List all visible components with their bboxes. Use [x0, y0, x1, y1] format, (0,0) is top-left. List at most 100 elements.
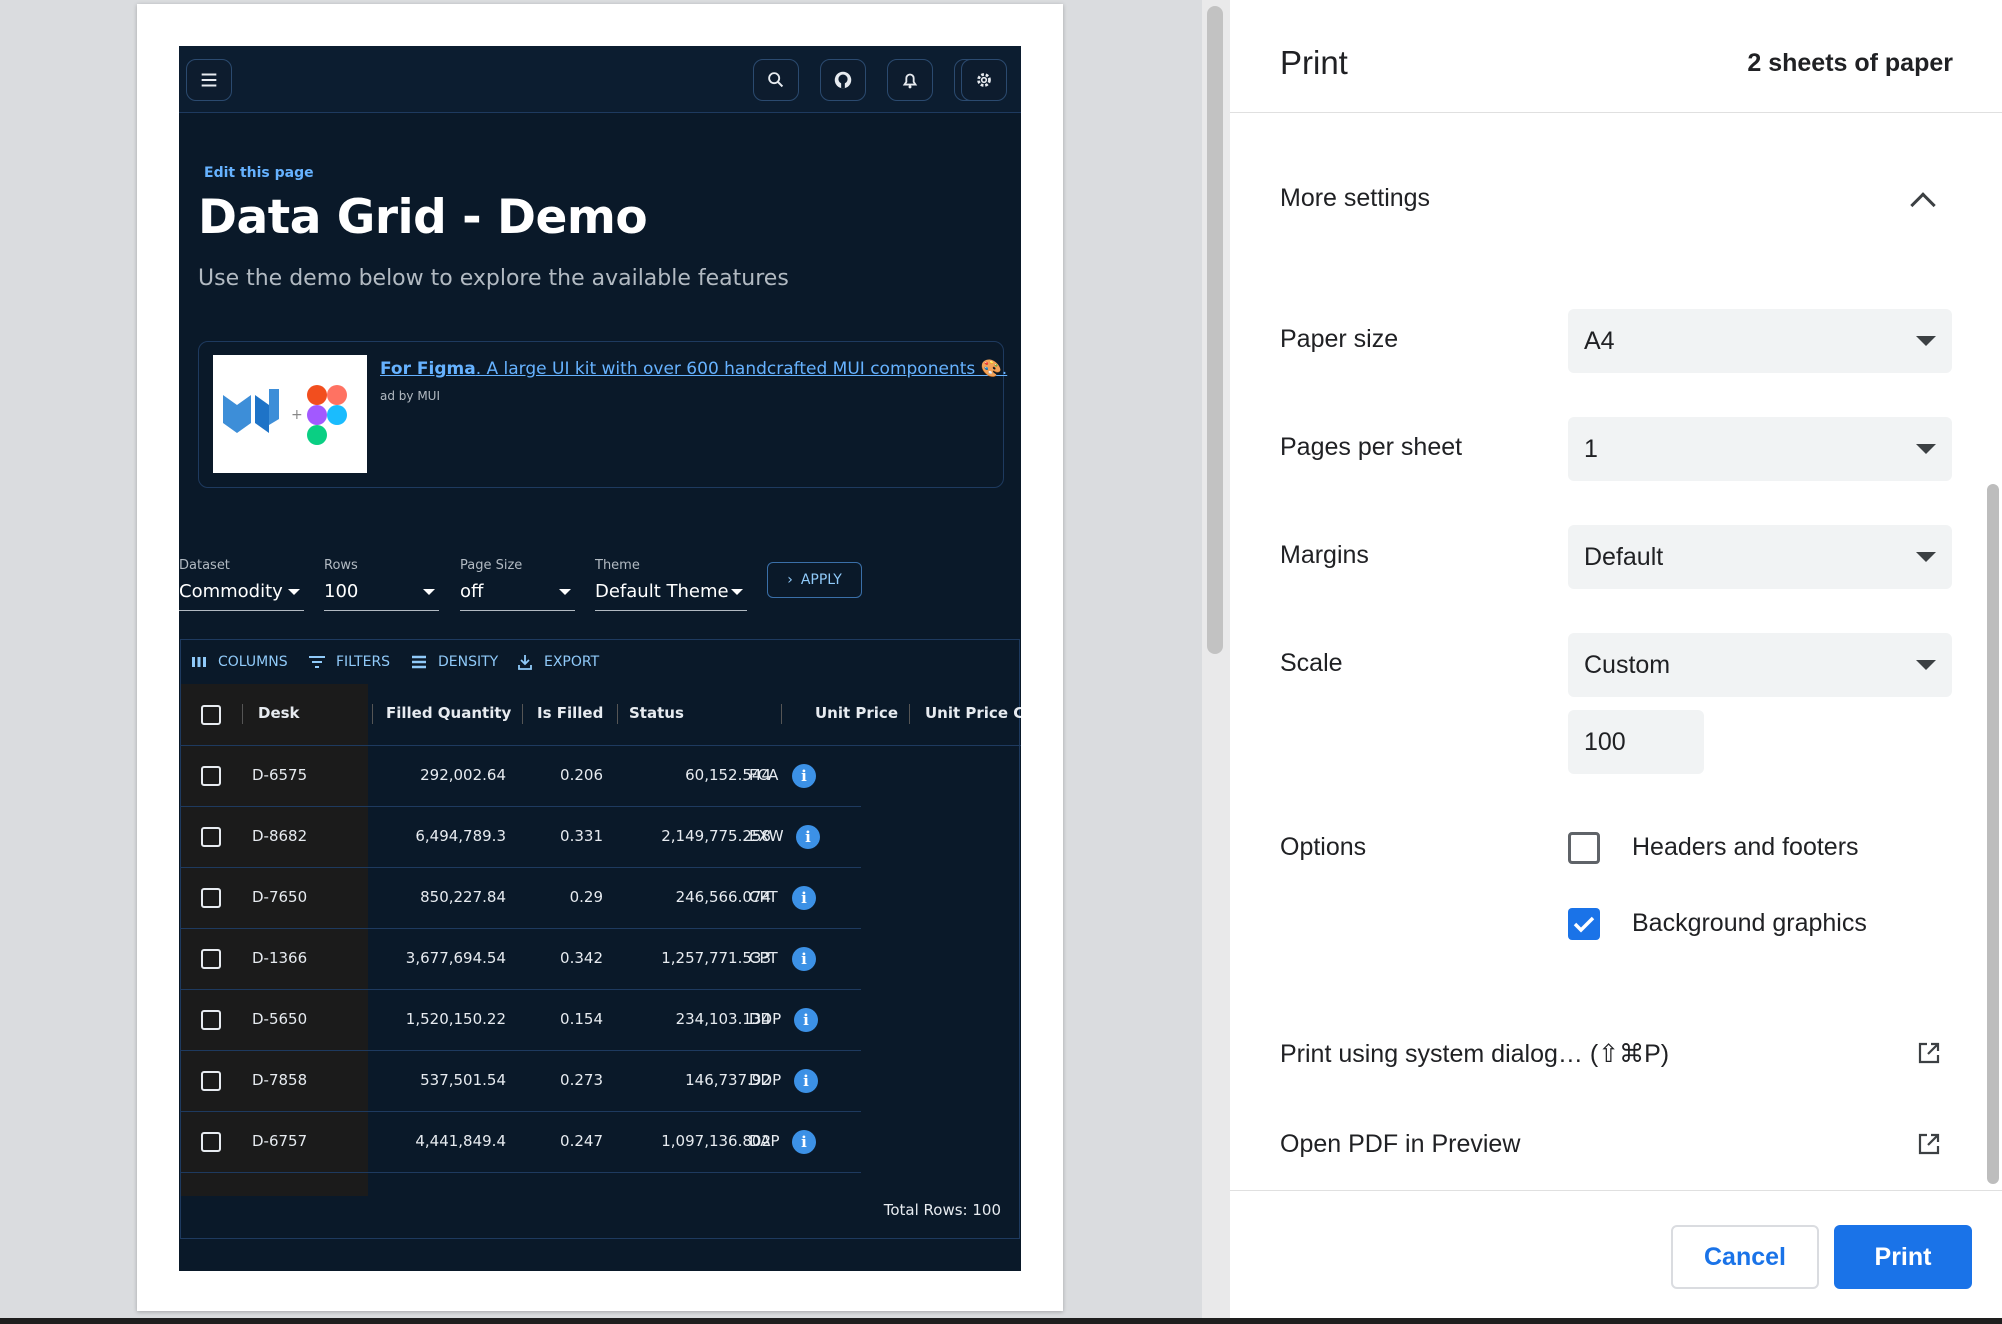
info-icon[interactable]: i: [792, 1130, 816, 1154]
download-icon: [518, 655, 532, 670]
column-header-filled-quantity[interactable]: Filled Quantity: [386, 704, 511, 722]
more-settings-toggle[interactable]: More settings: [1280, 184, 1430, 213]
background-graphics-checkbox[interactable]: [1568, 908, 1600, 940]
total-rows: Total Rows: 100: [883, 1201, 1001, 1219]
info-icon[interactable]: i: [794, 1069, 818, 1093]
table-row[interactable]: D-1366 3,677,694.54 0.342 1,257,771.533 …: [181, 929, 861, 990]
menu-icon[interactable]: [186, 59, 232, 101]
row-checkbox[interactable]: [201, 1071, 221, 1091]
columns-button[interactable]: COLUMNS: [189, 652, 288, 672]
scale-select[interactable]: Custom: [1568, 633, 1952, 697]
headers-footers-label[interactable]: Headers and footers: [1632, 833, 1859, 862]
row-checkbox[interactable]: [201, 1010, 221, 1030]
dropdown-arrow-icon: [1916, 444, 1936, 454]
sheet-count: 2 sheets of paper: [1747, 49, 1953, 77]
chevron-right-icon: ›: [787, 572, 793, 588]
row-checkbox[interactable]: [201, 888, 221, 908]
bell-icon[interactable]: [887, 59, 933, 101]
cell-is-filled: 0.247: [560, 1132, 603, 1150]
theme-select[interactable]: Theme Default Theme: [595, 558, 747, 611]
info-icon[interactable]: i: [794, 1008, 818, 1032]
row-checkbox[interactable]: [201, 827, 221, 847]
preview-page: Edit this page Data Grid - Demo Use the …: [137, 4, 1063, 1311]
paper-size-label: Paper size: [1280, 325, 1399, 353]
table-row[interactable]: D-7650 850,227.84 0.29 246,566.074 CPT i: [181, 868, 861, 929]
print-settings-panel: Print 2 sheets of paper More settings Pa…: [1230, 0, 2002, 1324]
ad-card[interactable]: + For Figma. A large UI kit with over 60…: [198, 341, 1007, 488]
table-row[interactable]: D-8682 6,494,789.3 0.331 2,149,775.258 E…: [181, 807, 861, 868]
row-checkbox[interactable]: [201, 1132, 221, 1152]
dataset-select[interactable]: Dataset Commodity: [179, 558, 304, 611]
column-header-unit-price-currency[interactable]: Unit Price Cu: [925, 704, 1021, 722]
cell-is-filled: 0.29: [569, 888, 603, 906]
app-bar: [179, 46, 1021, 113]
table-row[interactable]: D-7858 537,501.54 0.273 146,737.92 DDP i: [181, 1051, 861, 1112]
settings-gear-icon[interactable]: [961, 59, 1007, 101]
column-header-status[interactable]: Status: [629, 704, 684, 722]
rows-select[interactable]: Rows 100: [324, 558, 439, 611]
page-subtitle: Use the demo below to explore the availa…: [198, 266, 789, 291]
filter-icon: [309, 656, 325, 668]
table-row[interactable]: D-6575 292,002.64 0.206 60,152.544 FCA i: [181, 746, 861, 807]
row-checkbox[interactable]: [201, 766, 221, 786]
cell-incoterm: CPT: [749, 888, 778, 906]
density-button[interactable]: DENSITY: [409, 652, 498, 672]
margins-select[interactable]: Default: [1568, 525, 1952, 589]
select-all-checkbox[interactable]: [201, 705, 221, 725]
open-pdf-preview-link[interactable]: Open PDF in Preview: [1280, 1130, 1520, 1159]
system-dialog-link[interactable]: Print using system dialog… (⇧⌘P): [1280, 1039, 1669, 1069]
headers-footers-checkbox[interactable]: [1568, 832, 1600, 864]
ad-link[interactable]: For Figma. A large UI kit with over 600 …: [380, 359, 1007, 379]
cell-filled-quantity: 292,002.64: [420, 766, 506, 784]
cell-is-filled: 0.154: [560, 1010, 603, 1028]
cell-filled-quantity: 3,677,694.54: [405, 949, 506, 967]
cell-filled-quantity: 537,501.54: [420, 1071, 506, 1089]
margins-label: Margins: [1280, 541, 1369, 569]
edit-page-link[interactable]: Edit this page: [204, 165, 314, 181]
search-icon[interactable]: [753, 59, 799, 101]
row-checkbox[interactable]: [201, 949, 221, 969]
ad-attribution: ad by MUI: [380, 389, 440, 403]
panel-scrollbar[interactable]: [1982, 118, 2002, 1184]
dropdown-arrow-icon: [1916, 660, 1936, 670]
filters-button[interactable]: FILTERS: [307, 652, 390, 672]
chevron-up-icon[interactable]: [1910, 192, 1936, 218]
ad-image[interactable]: +: [213, 355, 367, 473]
window-bottom-edge: [0, 1318, 2002, 1324]
column-header-unit-price[interactable]: Unit Price: [815, 704, 898, 722]
pages-per-sheet-select[interactable]: 1: [1568, 417, 1952, 481]
preview-scrollbar-thumb[interactable]: [1207, 6, 1223, 654]
apply-button[interactable]: › APPLY: [767, 562, 862, 598]
print-button[interactable]: Print: [1834, 1225, 1972, 1289]
page-size-select[interactable]: Page Size off: [460, 558, 575, 611]
table-row[interactable]: D-6757 4,441,849.4 0.247 1,097,136.802 D…: [181, 1112, 861, 1173]
export-button[interactable]: EXPORT: [515, 652, 599, 672]
print-header: Print 2 sheets of paper: [1230, 0, 2002, 113]
cell-filled-quantity: 6,494,789.3: [415, 827, 506, 845]
cell-is-filled: 0.273: [560, 1071, 603, 1089]
column-header-desk[interactable]: Desk: [258, 704, 300, 722]
background-graphics-label[interactable]: Background graphics: [1632, 909, 1867, 938]
paper-size-select[interactable]: A4: [1568, 309, 1952, 373]
open-external-icon[interactable]: [1916, 1040, 1942, 1066]
print-title: Print: [1280, 44, 1348, 81]
columns-icon: [192, 657, 206, 667]
print-footer: Cancel Print: [1230, 1190, 2002, 1324]
cell-filled-quantity: 850,227.84: [420, 888, 506, 906]
caret-down-icon: [559, 589, 571, 595]
cell-desk: D-1366: [252, 949, 308, 967]
info-icon[interactable]: i: [792, 886, 816, 910]
cell-desk: D-7858: [252, 1071, 308, 1089]
table-row[interactable]: D-5650 1,520,150.22 0.154 234,103.134 DD…: [181, 990, 861, 1051]
cell-desk: D-6575: [252, 766, 308, 784]
cancel-button[interactable]: Cancel: [1671, 1225, 1819, 1289]
cell-is-filled: 0.331: [560, 827, 603, 845]
column-header-is-filled[interactable]: Is Filled: [537, 704, 603, 722]
github-icon[interactable]: [820, 59, 866, 101]
info-icon[interactable]: i: [792, 947, 816, 971]
scale-custom-input[interactable]: 100: [1568, 710, 1704, 774]
info-icon[interactable]: i: [792, 764, 816, 788]
open-external-icon[interactable]: [1916, 1131, 1942, 1157]
caret-down-icon: [423, 589, 435, 595]
info-icon[interactable]: i: [796, 825, 820, 849]
